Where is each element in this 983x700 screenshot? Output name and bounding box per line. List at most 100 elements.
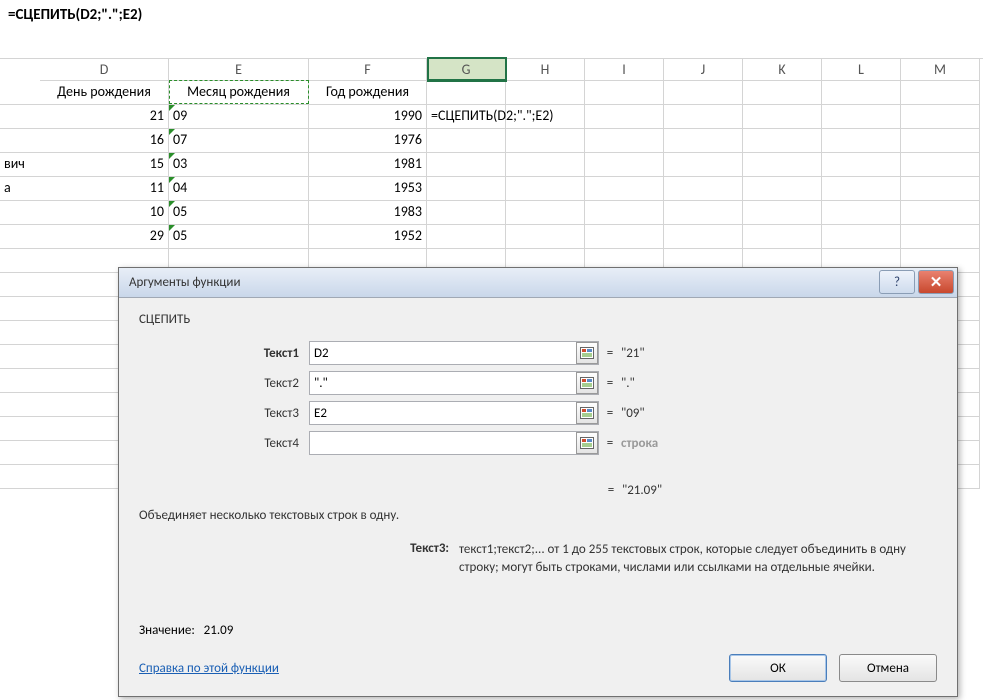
cell-F6[interactable]: 1983 <box>309 201 427 225</box>
header-cell-M[interactable] <box>901 81 980 105</box>
cell-M5[interactable] <box>901 177 980 201</box>
arg-input-2[interactable] <box>309 371 599 395</box>
cell-D4[interactable]: 15 <box>40 153 169 177</box>
cell-J4[interactable] <box>664 153 743 177</box>
cell-K4[interactable] <box>743 153 822 177</box>
cell-M7[interactable] <box>901 225 980 249</box>
arg-label-4: Текст4 <box>139 436 309 451</box>
header-cell-G[interactable] <box>427 81 506 105</box>
cell-G3[interactable] <box>427 129 506 153</box>
cell-I6[interactable] <box>585 201 664 225</box>
cell-F4[interactable]: 1981 <box>309 153 427 177</box>
cell-I5[interactable] <box>585 177 664 201</box>
cell-H2[interactable] <box>506 105 585 129</box>
cell-E6[interactable]: 05 <box>169 201 309 225</box>
range-select-button-2[interactable] <box>576 372 598 394</box>
header-cell-E[interactable]: Месяц рождения <box>169 81 309 105</box>
cell-G7[interactable] <box>427 225 506 249</box>
formula-bar-text[interactable]: =СЦЕПИТЬ(D2;".";E2) <box>8 6 142 24</box>
cell-L5[interactable] <box>822 177 901 201</box>
cell-M4[interactable] <box>901 153 980 177</box>
cell-F3[interactable]: 1976 <box>309 129 427 153</box>
cell-D3[interactable]: 16 <box>40 129 169 153</box>
cell-K3[interactable] <box>743 129 822 153</box>
cell-E4[interactable]: 03 <box>169 153 309 177</box>
cell-L3[interactable] <box>822 129 901 153</box>
cell-M2[interactable] <box>901 105 980 129</box>
range-select-button-3[interactable] <box>576 402 598 424</box>
column-header-G[interactable]: G <box>427 59 506 81</box>
header-cell-J[interactable] <box>664 81 743 105</box>
cell-D7[interactable]: 29 <box>40 225 169 249</box>
cell-M6[interactable] <box>901 201 980 225</box>
dialog-titlebar[interactable]: Аргументы функции ? ✕ <box>119 268 957 298</box>
cell-G4[interactable] <box>427 153 506 177</box>
cancel-button[interactable]: Отмена <box>839 654 937 682</box>
arg-input-3[interactable] <box>309 401 599 425</box>
column-header-K[interactable]: K <box>743 59 822 81</box>
column-header-F[interactable]: F <box>309 59 427 81</box>
cell-G5[interactable] <box>427 177 506 201</box>
arg-input-4[interactable] <box>309 431 599 455</box>
cell-I7[interactable] <box>585 225 664 249</box>
cell-H3[interactable] <box>506 129 585 153</box>
arg-description-text: текст1;текст2;... от 1 до 255 текстовых … <box>459 541 937 576</box>
cell-J6[interactable] <box>664 201 743 225</box>
cell-H4[interactable] <box>506 153 585 177</box>
cell-G2[interactable]: =СЦЕПИТЬ(D2;".";E2) <box>427 105 506 129</box>
cell-K2[interactable] <box>743 105 822 129</box>
row-stub <box>0 201 40 225</box>
cell-I2[interactable] <box>585 105 664 129</box>
column-header-M[interactable]: M <box>901 59 980 81</box>
cell-J3[interactable] <box>664 129 743 153</box>
column-header-I[interactable]: I <box>585 59 664 81</box>
header-cell-D[interactable]: День рождения <box>40 81 169 105</box>
cell-I3[interactable] <box>585 129 664 153</box>
cell-L7[interactable] <box>822 225 901 249</box>
cell-J2[interactable] <box>664 105 743 129</box>
row-stub: а <box>0 177 40 201</box>
cell-J5[interactable] <box>664 177 743 201</box>
column-header-E[interactable]: E <box>169 59 309 81</box>
cell-E2[interactable]: 09 <box>169 105 309 129</box>
cell-F7[interactable]: 1952 <box>309 225 427 249</box>
cell-F5[interactable]: 1953 <box>309 177 427 201</box>
cell-H7[interactable] <box>506 225 585 249</box>
cell-L6[interactable] <box>822 201 901 225</box>
header-cell-F[interactable]: Год рождения <box>309 81 427 105</box>
cell-E5[interactable]: 04 <box>169 177 309 201</box>
column-header-L[interactable]: L <box>822 59 901 81</box>
cell-G6[interactable] <box>427 201 506 225</box>
header-cell-H[interactable] <box>506 81 585 105</box>
cell-J7[interactable] <box>664 225 743 249</box>
cell-I4[interactable] <box>585 153 664 177</box>
cell-D2[interactable]: 21 <box>40 105 169 129</box>
row-stub <box>0 345 40 369</box>
cell-L4[interactable] <box>822 153 901 177</box>
arg-input-1[interactable] <box>309 341 599 365</box>
ok-button[interactable]: ОК <box>729 654 827 682</box>
range-select-button-1[interactable] <box>576 342 598 364</box>
cell-K7[interactable] <box>743 225 822 249</box>
column-header-D[interactable]: D <box>40 59 169 81</box>
cell-M3[interactable] <box>901 129 980 153</box>
header-cell-K[interactable] <box>743 81 822 105</box>
column-header-H[interactable]: H <box>506 59 585 81</box>
cell-H5[interactable] <box>506 177 585 201</box>
column-header-J[interactable]: J <box>664 59 743 81</box>
cell-K6[interactable] <box>743 201 822 225</box>
cell-L2[interactable] <box>822 105 901 129</box>
cell-K5[interactable] <box>743 177 822 201</box>
cell-E3[interactable]: 07 <box>169 129 309 153</box>
dialog-close-button[interactable]: ✕ <box>918 270 954 294</box>
header-cell-L[interactable] <box>822 81 901 105</box>
cell-D5[interactable]: 11 <box>40 177 169 201</box>
help-link[interactable]: Справка по этой функции <box>139 661 279 676</box>
header-cell-I[interactable] <box>585 81 664 105</box>
range-select-button-4[interactable] <box>576 432 598 454</box>
dialog-help-button[interactable]: ? <box>879 270 915 294</box>
cell-D6[interactable]: 10 <box>40 201 169 225</box>
cell-H6[interactable] <box>506 201 585 225</box>
cell-E7[interactable]: 05 <box>169 225 309 249</box>
cell-F2[interactable]: 1990 <box>309 105 427 129</box>
